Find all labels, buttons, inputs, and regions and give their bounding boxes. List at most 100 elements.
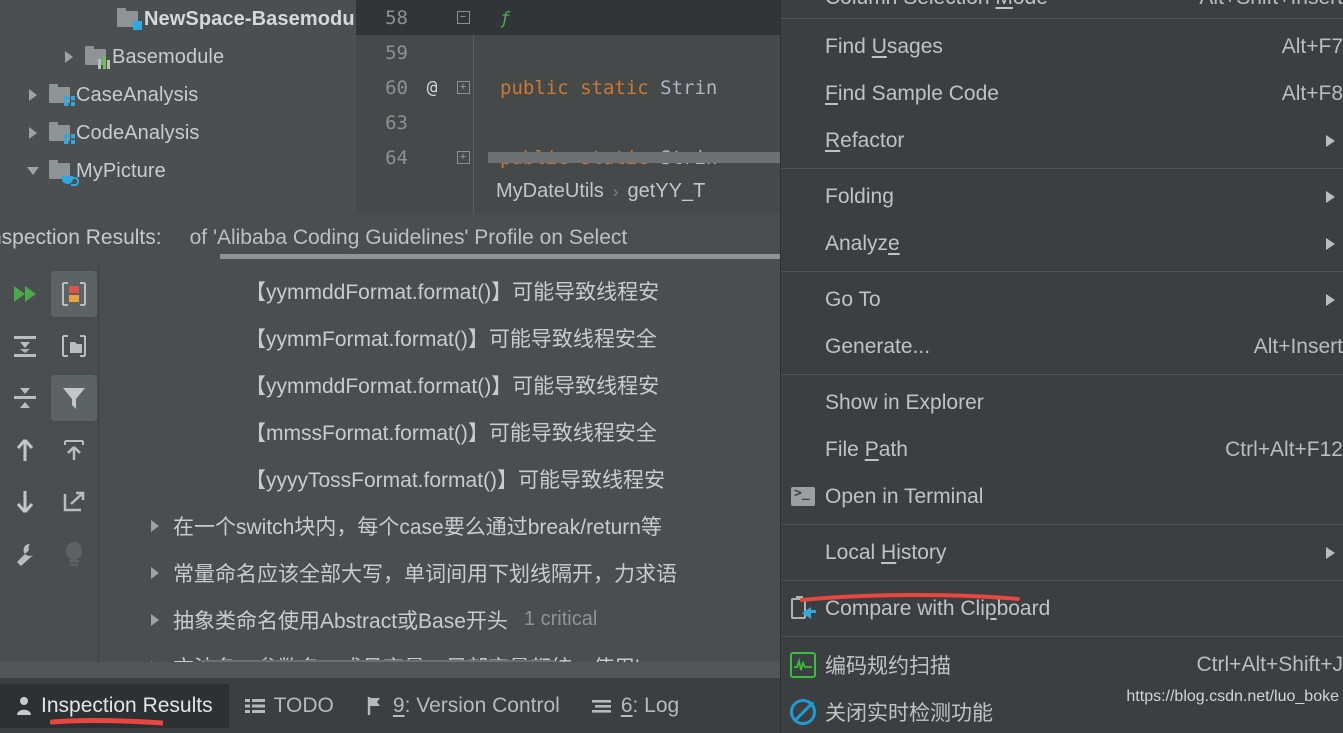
hints-bulb-icon[interactable] [51, 531, 97, 577]
tool-window-tab-9-version-control[interactable]: 9: Version Control [350, 684, 576, 728]
settings-wrench-icon[interactable] [2, 531, 48, 577]
tree-item-newspace-basemodule[interactable]: NewSpace-Basemodule [0, 0, 356, 38]
previous-occurrence-icon[interactable] [2, 427, 48, 473]
tree-item-caseanalysis[interactable]: CaseAnalysis [0, 76, 356, 114]
menu-item-label: 关闭实时检测功能 [825, 697, 993, 727]
inspection-result-text: 【yyyyTossFormat.format()】可能导致线程安 [245, 464, 665, 494]
menu-item-label: Open in Terminal [825, 485, 983, 509]
editor-line[interactable]: 59 [356, 35, 780, 70]
submenu-arrow-icon [1326, 191, 1335, 203]
menu-item-编码规约扫描[interactable]: 编码规约扫描 Ctrl+Alt+Shift+J [781, 641, 1343, 688]
menu-item-refactor[interactable]: Refactor [781, 117, 1343, 164]
inspection-result-row[interactable]: 在一个switch块内，每个case要么通过break/return等 [99, 502, 780, 549]
disable-realtime-icon [789, 698, 817, 726]
expand-arrow-icon[interactable] [137, 614, 173, 626]
inspection-result-row[interactable]: 【yymmFormat.format()】可能导致线程安全 [99, 314, 780, 361]
annotation-gutter-icon[interactable]: @ [416, 77, 448, 98]
line-number: 63 [356, 112, 416, 134]
inspection-result-row[interactable]: 抽象类命名使用Abstract或Base开头1 critical [99, 596, 780, 643]
inspection-result-row[interactable]: 【yyyyTossFormat.format()】可能导致线程安 [99, 455, 780, 502]
menu-item-show-in-explorer[interactable]: Show in Explorer [781, 379, 1343, 426]
menu-item-folding[interactable]: Folding [781, 173, 1343, 220]
expand-all-icon[interactable] [2, 323, 48, 369]
inspection-result-row[interactable]: 【mmssFormat.format()】可能导致线程安全 [99, 408, 780, 455]
editor-line[interactable]: 60@+public static Strin [356, 70, 780, 105]
collapse-arrow-icon[interactable] [20, 167, 46, 175]
error-warning-filter-icon[interactable] [51, 271, 97, 317]
menu-item-find-usages[interactable]: Find UsagesAlt+F7 [781, 23, 1343, 70]
expand-arrow-icon[interactable] [56, 51, 82, 63]
menu-item-compare-with-clipboard[interactable]: Compare with Clipboard [781, 585, 1343, 632]
tool-window-tab-todo[interactable]: TODO [229, 684, 350, 728]
inspection-toolbar [0, 263, 99, 678]
code-editor-panel: 58−ƒ5960@+public static Strin6364+public… [356, 0, 780, 213]
next-occurrence-icon[interactable] [2, 479, 48, 525]
menu-separator [781, 636, 1343, 637]
menu-item-label: Local History [825, 541, 946, 565]
fold-expand-icon[interactable]: + [448, 81, 478, 94]
breadcrumb-class[interactable]: MyDateUtils [496, 180, 604, 203]
inspection-results-panel: nspection Results: of 'Alibaba Coding Gu… [0, 213, 780, 678]
fold-expand-icon[interactable]: + [448, 151, 478, 164]
editor-line[interactable]: 58 − ƒ [356, 0, 780, 35]
inspection-result-text: 抽象类命名使用Abstract或Base开头 [173, 605, 508, 635]
ide-screenshot-root: NewSpace-Basemodule Basemodule CaseAnalysi… [0, 0, 1343, 733]
inspection-result-text: 【yymmddFormat.format()】可能导致线程安 [245, 276, 659, 306]
menu-separator [781, 524, 1343, 525]
menu-item-file-path[interactable]: File PathCtrl+Alt+F12 [781, 426, 1343, 473]
menu-item-shortcut: Alt+Shift+Insert [1199, 0, 1343, 10]
menu-item-analyze[interactable]: Analyze [781, 220, 1343, 267]
menu-item-find-sample-code[interactable]: Find Sample CodeAlt+F8 [781, 70, 1343, 117]
folder-chart-icon [82, 45, 112, 69]
fold-collapse-icon[interactable]: − [448, 11, 478, 24]
export-results-icon[interactable] [51, 479, 97, 525]
inspection-results-subtitle: of 'Alibaba Coding Guidelines' Profile o… [190, 226, 628, 250]
menu-item-label: Find Sample Code [825, 82, 999, 106]
editor-horizontal-scrollbar[interactable] [488, 152, 780, 163]
folder-grid-icon [46, 121, 76, 145]
tree-item-codeanalysis[interactable]: CodeAnalysis [0, 114, 356, 152]
menu-item-generate[interactable]: Generate...Alt+Insert [781, 323, 1343, 370]
expand-arrow-icon[interactable] [20, 127, 46, 139]
breadcrumb-method[interactable]: getYY_T [627, 180, 705, 203]
tree-item-label: Basemodule [112, 46, 224, 69]
inspection-result-row[interactable]: 常量命名应该全部大写，单词间用下划线隔开，力求语 [99, 549, 780, 596]
menu-item-label: Compare with Clipboard [825, 597, 1050, 621]
inspection-results-title: nspection Results: [0, 226, 162, 250]
editor-line[interactable]: 63 [356, 105, 780, 140]
collapse-all-icon[interactable] [2, 375, 48, 421]
group-by-module-icon[interactable] [51, 323, 97, 369]
tree-item-mypicture[interactable]: MyPicture [0, 152, 356, 190]
tree-item-label: CaseAnalysis [76, 84, 198, 107]
expand-arrow-icon[interactable] [137, 567, 173, 579]
filter-icon[interactable] [51, 375, 97, 421]
breadcrumb-separator-icon: › [613, 182, 619, 202]
tool-window-tab-label: Inspection Results [41, 694, 213, 718]
tree-item-label: NewSpace-Basemodule [144, 8, 356, 31]
import-results-icon[interactable] [51, 427, 97, 473]
menu-item-column-selection-mode[interactable]: Column Selection Mode Alt+Shift+Insert [781, 0, 1343, 14]
lambda-gutter-icon: ƒ [500, 9, 510, 29]
rerun-icon[interactable] [2, 271, 48, 317]
line-number: 60 [356, 77, 416, 99]
menu-item-label: 编码规约扫描 [825, 650, 951, 680]
menu-item-label: Refactor [825, 129, 904, 153]
menu-item-go-to[interactable]: Go To [781, 276, 1343, 323]
menu-item-local-history[interactable]: Local History [781, 529, 1343, 576]
inspection-result-row[interactable]: 【yymmddFormat.format()】可能导致线程安 [99, 361, 780, 408]
folder-module-icon [114, 7, 144, 31]
menu-item-shortcut: Ctrl+Alt+Shift+J [1197, 653, 1343, 677]
lines-icon [592, 698, 612, 714]
tree-item-basemodule[interactable]: Basemodule [0, 38, 356, 76]
tool-window-tab-label: 9: Version Control [393, 694, 560, 718]
expand-arrow-icon[interactable] [20, 89, 46, 101]
editor-context-menu: Column Selection Mode Alt+Shift+Insert Fin… [780, 0, 1343, 733]
tool-window-tab-inspection-results[interactable]: Inspection Results [0, 684, 229, 728]
tool-window-tab-label: 6: Log [621, 694, 679, 718]
menu-item-label: Column Selection Mode [825, 0, 1048, 10]
menu-item-open-in-terminal[interactable]: Open in Terminal [781, 473, 1343, 520]
inspection-result-row[interactable]: 【yymmddFormat.format()】可能导致线程安 [99, 267, 780, 314]
expand-arrow-icon[interactable] [137, 520, 173, 532]
tool-window-tab-6-log[interactable]: 6: Log [576, 684, 695, 728]
line-number: 58 [356, 7, 416, 29]
